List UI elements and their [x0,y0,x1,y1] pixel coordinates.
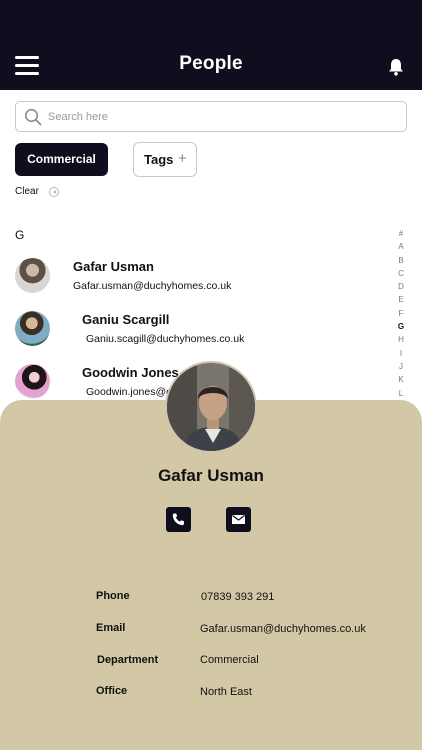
email-value[interactable]: Gafar.usman@duchyhomes.co.uk [200,623,366,635]
avatar[interactable] [15,258,50,293]
index-letter[interactable]: A [394,240,408,253]
tags-label: Tags [144,152,174,167]
index-letter[interactable]: K [394,373,408,386]
tags-filter-button[interactable]: Tags + [133,142,197,177]
avatar[interactable] [15,311,50,346]
page-title: People [179,53,243,74]
email-button[interactable] [226,507,251,532]
contact-email[interactable]: Gafar.usman@duchyhomes.co.uk [73,280,231,292]
contact-email[interactable]: Ganiu.scagill@duchyhomes.co.uk [86,333,244,345]
alphabet-index: # A B C D E F G H I J K L [394,227,408,400]
office-value: North East [200,686,252,698]
search-icon [24,108,42,126]
clear-icon[interactable] [49,187,59,197]
app-header: People [0,0,422,90]
call-button[interactable] [166,507,191,532]
contact-name[interactable]: Goodwin Jones [82,365,179,380]
index-letter[interactable]: F [394,307,408,320]
bell-icon[interactable] [386,57,406,77]
commercial-filter-chip[interactable]: Commercial [15,143,108,176]
index-letter[interactable]: E [394,293,408,306]
detail-name: Gafar Usman [158,466,264,485]
search-input[interactable] [48,106,398,128]
mail-icon [232,515,245,524]
phone-icon [172,513,184,526]
email-label: Email [96,622,126,634]
clear-filters-link[interactable]: Clear [15,186,39,197]
office-label: Office [96,685,128,697]
index-letter-active[interactable]: G [394,320,408,333]
people-screen: People Commercial Tags + Clear G Gafar U… [0,0,422,750]
index-letter[interactable]: I [394,347,408,360]
plus-icon: + [178,150,187,167]
contact-photo [165,361,257,453]
section-header: G [15,228,25,242]
contact-name[interactable]: Gafar Usman [73,259,154,274]
index-letter[interactable]: B [394,254,408,267]
phone-value[interactable]: 07839 393 291 [201,591,274,603]
index-letter[interactable]: C [394,267,408,280]
index-letter[interactable]: # [394,227,408,240]
department-value: Commercial [200,654,259,666]
index-letter[interactable]: L [394,387,408,400]
search-bar [15,101,407,132]
avatar[interactable] [15,364,50,399]
department-label: Department [97,654,159,666]
contact-name[interactable]: Ganiu Scargill [82,312,169,327]
index-letter[interactable]: J [394,360,408,373]
index-letter[interactable]: H [394,333,408,346]
index-letter[interactable]: D [394,280,408,293]
phone-label: Phone [96,590,130,602]
contact-email[interactable]: Goodwin.jones@d [86,386,172,398]
